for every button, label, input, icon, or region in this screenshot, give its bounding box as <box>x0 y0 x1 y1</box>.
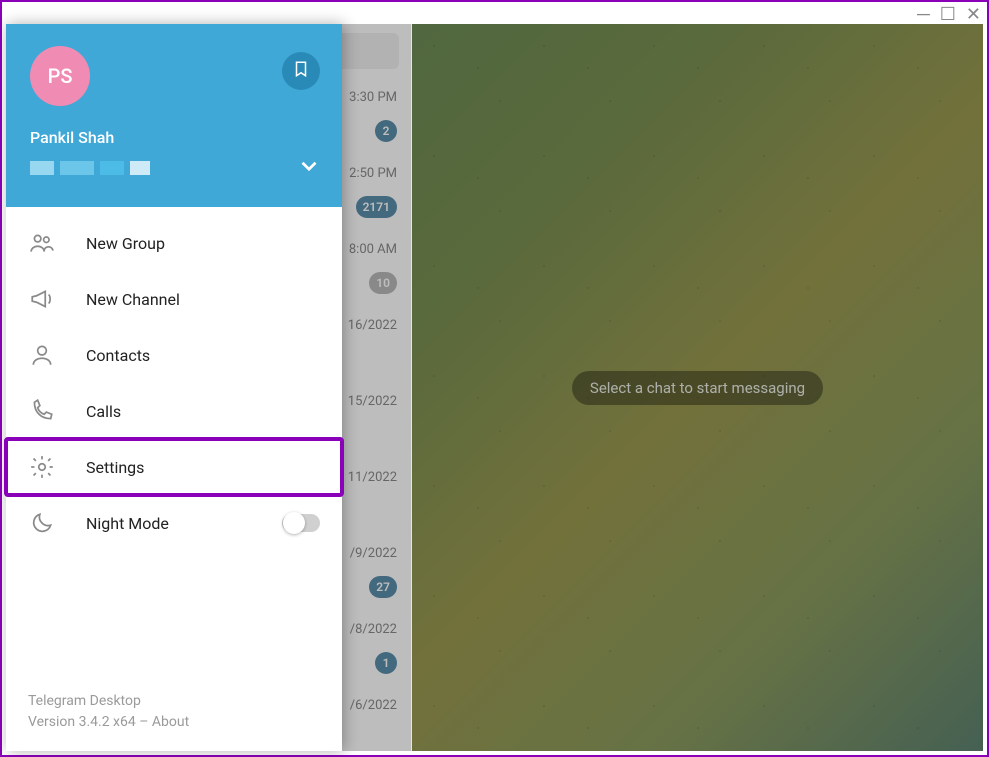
account-switcher-button[interactable] <box>296 153 322 183</box>
unread-badge: 10 <box>369 272 397 294</box>
app-frame: 3:30 PMu…22:50 PM21718:00 AMo…1016/20222… <box>6 24 983 751</box>
menu-label: Settings <box>86 458 144 477</box>
saved-messages-button[interactable] <box>282 52 320 90</box>
chevron-down-icon <box>296 164 322 183</box>
bookmark-icon <box>292 60 310 82</box>
menu-label: Calls <box>86 402 121 421</box>
person-icon <box>28 341 56 369</box>
profile-phone-redacted <box>30 161 150 175</box>
gear-icon <box>28 453 56 481</box>
chat-time: 15/2022 <box>348 394 397 409</box>
drawer-header: PS Pankil Shah <box>6 24 342 207</box>
menu-item-settings[interactable]: Settings <box>6 439 342 495</box>
window-minimize-button[interactable]: ─ <box>917 6 930 24</box>
night-mode-toggle[interactable] <box>282 514 320 532</box>
chat-content-area: Select a chat to start messaging <box>412 24 983 751</box>
menu-label: Contacts <box>86 346 150 365</box>
chat-time: 2:50 PM <box>349 166 397 181</box>
chat-time: 8:00 AM <box>349 242 397 257</box>
group-icon <box>28 229 56 257</box>
menu-item-night-mode[interactable]: Night Mode <box>6 495 342 551</box>
menu-item-calls[interactable]: Calls <box>6 383 342 439</box>
main-menu-drawer: PS Pankil Shah <box>6 24 342 751</box>
unread-badge: 27 <box>369 576 397 598</box>
avatar-initials: PS <box>48 64 73 88</box>
chat-time: 11/2022 <box>348 470 397 485</box>
menu-label: New Group <box>86 234 165 253</box>
app-name: Telegram Desktop <box>28 691 320 712</box>
chat-time: /6/2022 <box>350 698 397 713</box>
phone-icon <box>28 397 56 425</box>
window-controls: ─ ☐ ✕ <box>917 6 981 24</box>
chat-time: 3:30 PM <box>349 90 397 105</box>
empty-state-text: Select a chat to start messaging <box>590 379 805 397</box>
menu-label: New Channel <box>86 290 180 309</box>
chat-time: /9/2022 <box>350 546 397 561</box>
megaphone-icon <box>28 285 56 313</box>
unread-badge: 2171 <box>356 196 397 218</box>
window-maximize-button[interactable]: ☐ <box>940 6 956 24</box>
unread-badge: 1 <box>375 652 397 674</box>
avatar[interactable]: PS <box>30 46 90 106</box>
empty-state-bubble: Select a chat to start messaging <box>572 371 823 405</box>
menu-item-new-channel[interactable]: New Channel <box>6 271 342 327</box>
chat-time: /8/2022 <box>350 622 397 637</box>
menu-label: Night Mode <box>86 514 169 533</box>
unread-badge: 2 <box>375 120 397 142</box>
menu-item-new-group[interactable]: New Group <box>6 215 342 271</box>
drawer-footer: Telegram Desktop Version 3.4.2 x64 – Abo… <box>6 679 342 751</box>
moon-icon <box>28 509 56 537</box>
window-close-button[interactable]: ✕ <box>966 6 981 24</box>
app-version[interactable]: Version 3.4.2 x64 – About <box>28 712 320 733</box>
menu-item-contacts[interactable]: Contacts <box>6 327 342 383</box>
chat-time: 16/2022 <box>348 318 397 333</box>
drawer-menu: New Group New Channel Contacts Calls <box>6 207 342 679</box>
profile-name: Pankil Shah <box>30 128 322 147</box>
